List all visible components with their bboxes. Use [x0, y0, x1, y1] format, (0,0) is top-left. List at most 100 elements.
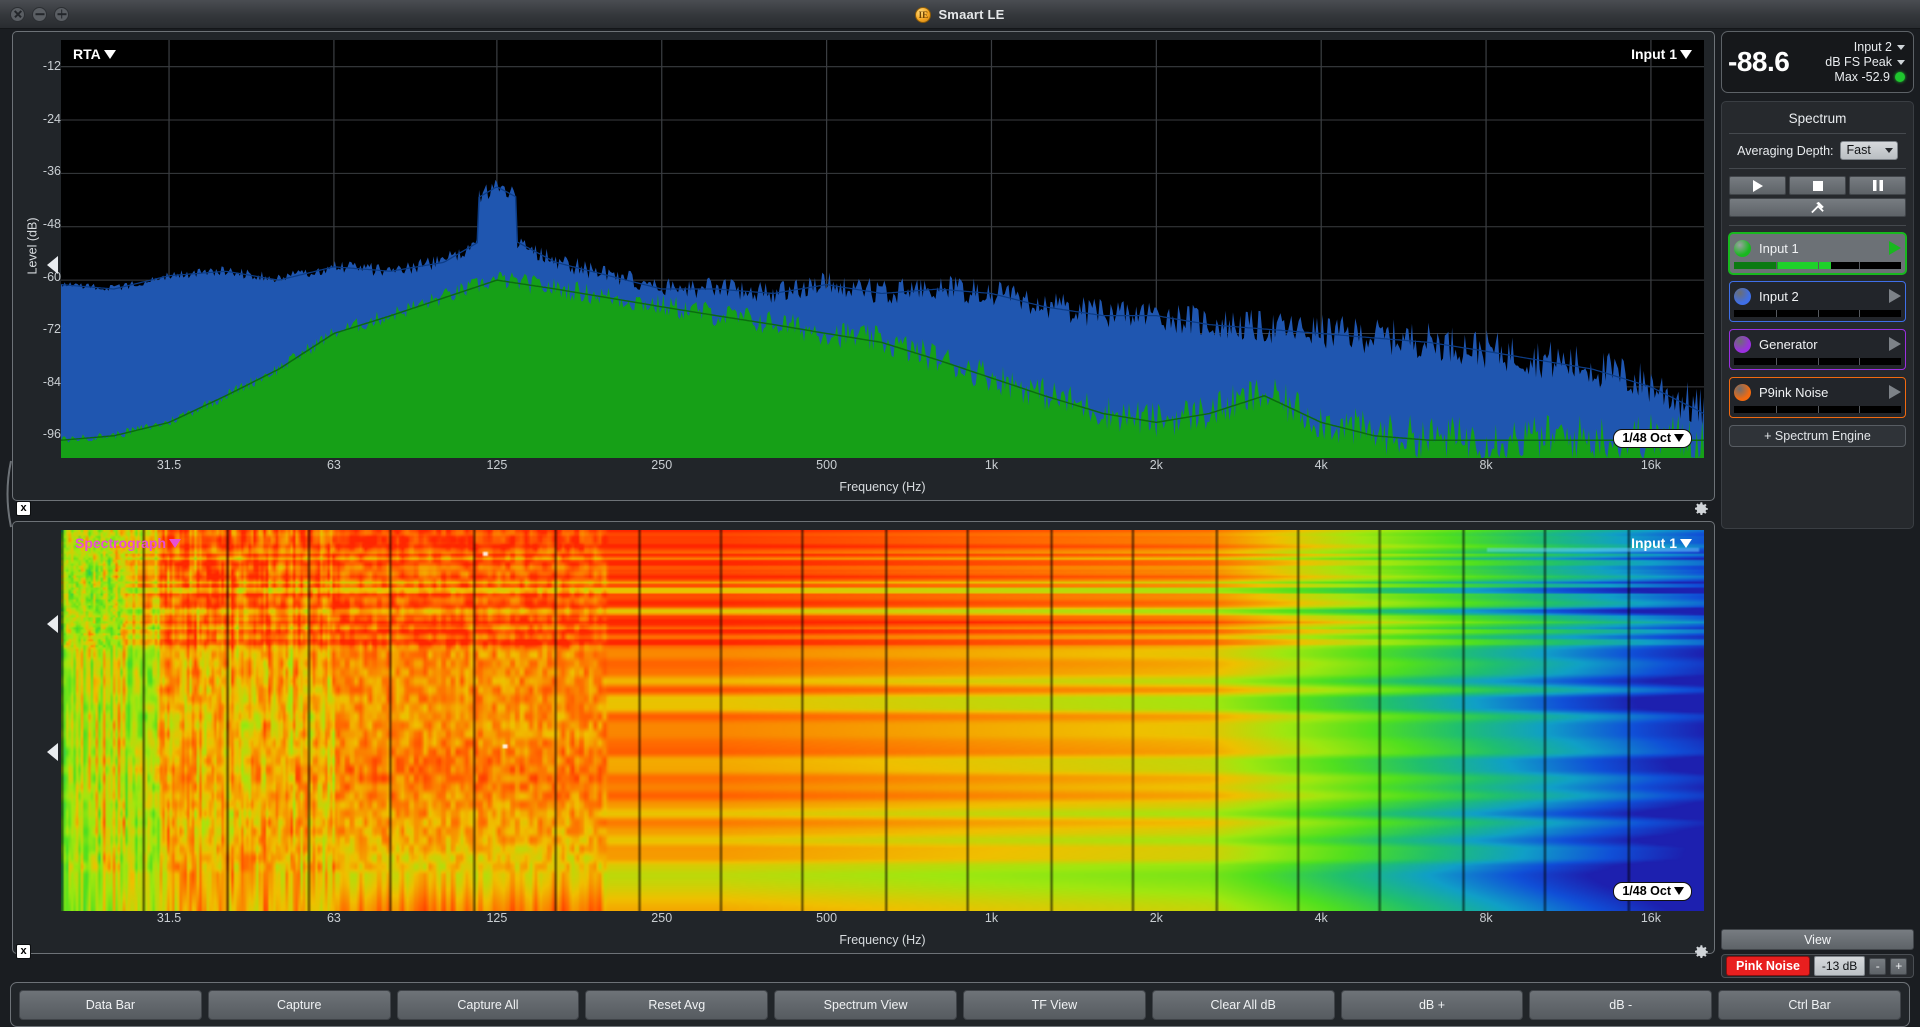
x-tick-label: 8k: [1479, 458, 1493, 472]
engine-play-icon[interactable]: [1889, 337, 1901, 351]
toolbar-button-clear-all-db[interactable]: Clear All dB: [1151, 989, 1335, 1020]
x-tick-label: 125: [486, 458, 508, 472]
rta-level-drag-arrow[interactable]: [47, 256, 58, 274]
spectrograph-graph-area[interactable]: Spectrograph Input 1 1/48 Oct: [61, 530, 1704, 911]
spectrum-engine-card: Spectrum Averaging Depth: Fast Input 1 I…: [1721, 101, 1914, 529]
x-tick-label: 4k: [1314, 911, 1328, 925]
toolbar-button-spectrum-view[interactable]: Spectrum View: [774, 989, 957, 1020]
pause-icon: [1872, 180, 1883, 191]
rta-gear-icon[interactable]: [1692, 500, 1710, 518]
spectrograph-gear-icon[interactable]: [1692, 943, 1710, 961]
averaging-depth-select[interactable]: Fast: [1839, 141, 1898, 160]
rta-graph-area[interactable]: RTA Input 1 1/48 Oct: [61, 40, 1704, 458]
generator-gain-increment[interactable]: +: [1890, 957, 1908, 975]
engine-play-icon[interactable]: [1889, 241, 1901, 255]
level-meter-value: -88.6: [1728, 46, 1790, 77]
main-stage: Level (dB) -12 -24 -36 -48 -60 -72 -84 -96 RTA …: [0, 29, 1920, 1027]
right-sidebar: -88.6 Input 2 dB FS Peak Max -52.9 Spect…: [1721, 31, 1914, 954]
engine-item-input-2[interactable]: Input 2: [1729, 281, 1906, 322]
engine-play-icon[interactable]: [1889, 289, 1901, 303]
engine-play-icon[interactable]: [1889, 385, 1901, 399]
x-tick-label: 1k: [984, 458, 999, 472]
x-tick-label: 63: [326, 911, 341, 925]
toolbar-button-capture-all[interactable]: Capture All: [396, 989, 580, 1020]
app-title: Smaart LE: [938, 7, 1005, 22]
stop-button[interactable]: [1789, 176, 1846, 195]
spectrograph-x-axis-title: Frequency (Hz): [839, 933, 926, 947]
toolbar-button-reset-avg[interactable]: Reset Avg: [585, 989, 769, 1020]
spectrograph-drag-arrow-lower[interactable]: [47, 743, 58, 761]
view-button[interactable]: View: [1721, 929, 1914, 950]
title-center-group: IE Smaart LE: [0, 0, 1920, 29]
spectrograph-x-ticks: 31.5 63 125 250 500 1k 2k 4k 8k 16k: [61, 911, 1704, 927]
y-tick-label: -96: [42, 427, 61, 442]
engine-item-generator[interactable]: Generator: [1729, 329, 1906, 370]
x-tick-label: 16k: [1640, 911, 1661, 925]
engine-list: Input 1 Input 2 Generator P9ink Noise: [1729, 233, 1906, 418]
rta-resolution-menu[interactable]: 1/48 Oct: [1613, 429, 1692, 448]
title-bar: IE Smaart LE: [0, 0, 1920, 29]
toolbar-button-ctrl-bar[interactable]: Ctrl Bar: [1718, 989, 1901, 1020]
engine-level-meter: [1734, 406, 1901, 413]
engine-level-meter: [1734, 310, 1901, 317]
y-tick-label: -84: [42, 374, 61, 389]
x-tick-label: 1k: [984, 911, 999, 925]
play-button[interactable]: [1729, 176, 1786, 195]
maximize-icon[interactable]: [54, 6, 69, 22]
y-tick-label: -12: [42, 59, 61, 74]
rta-title-menu[interactable]: RTA: [73, 46, 116, 62]
close-icon[interactable]: [10, 6, 25, 22]
transport-controls: [1729, 176, 1906, 195]
rta-x-ticks: 31.5 63 125 250 500 1k 2k 4k 8k 16k: [61, 458, 1704, 474]
meter-input-selector[interactable]: Input 2: [1854, 40, 1905, 54]
toolbar-button-tf-view[interactable]: TF View: [962, 989, 1146, 1020]
engine-color-dot: [1734, 287, 1751, 305]
engine-level-meter: [1734, 262, 1901, 269]
spectrum-panel-title: Spectrum: [1788, 111, 1847, 126]
spectrograph-title-menu[interactable]: Spectrograph: [75, 535, 182, 551]
engine-item-p9ink-noise[interactable]: P9ink Noise: [1729, 377, 1906, 418]
engine-color-dot: [1734, 335, 1751, 353]
y-tick-label: -36: [42, 164, 61, 179]
spectrograph-panel: Spectrograph Input 1 1/48 Oct 31.5 63 125 2…: [12, 521, 1715, 954]
y-tick-label: -72: [42, 322, 61, 337]
spectrograph-drag-arrow-upper[interactable]: [47, 615, 58, 633]
tools-button[interactable]: [1729, 198, 1906, 217]
divider: [1729, 133, 1906, 134]
spectrograph-close-button[interactable]: x: [16, 944, 31, 959]
averaging-depth-row: Averaging Depth: Fast: [1729, 141, 1906, 168]
x-tick-label: 31.5: [156, 458, 182, 472]
engine-name: Generator: [1759, 336, 1818, 352]
peak-led-icon: [1895, 72, 1905, 82]
pink-noise-button[interactable]: Pink Noise: [1726, 956, 1810, 976]
spectrograph-resolution-menu[interactable]: 1/48 Oct: [1613, 882, 1692, 901]
toolbar-button-db[interactable]: dB -: [1529, 989, 1713, 1020]
engine-color-dot: [1734, 383, 1751, 401]
x-tick-label: 125: [486, 911, 508, 925]
engine-color-dot: [1734, 239, 1751, 257]
level-meter-card: -88.6 Input 2 dB FS Peak Max -52.9: [1721, 31, 1914, 93]
generator-gain-value[interactable]: -13 dB: [1813, 956, 1866, 976]
engine-item-input-1[interactable]: Input 1: [1729, 233, 1906, 274]
pause-button[interactable]: [1849, 176, 1906, 195]
x-tick-label: 2k: [1149, 458, 1163, 472]
rta-close-button[interactable]: x: [16, 501, 31, 516]
minimize-icon[interactable]: [32, 6, 47, 22]
x-tick-label: 4k: [1314, 458, 1328, 472]
tools-icon: [1811, 201, 1824, 214]
x-tick-label: 500: [816, 458, 838, 472]
x-tick-label: 16k: [1640, 458, 1661, 472]
meter-unit-selector[interactable]: dB FS Peak: [1825, 55, 1905, 69]
x-tick-label: 2k: [1149, 911, 1163, 925]
x-tick-label: 63: [326, 458, 341, 472]
toolbar-button-db[interactable]: dB +: [1340, 989, 1524, 1020]
play-icon: [1752, 179, 1763, 192]
toolbar-button-capture[interactable]: Capture: [207, 989, 391, 1020]
bottom-toolbar: Data Bar Capture Capture All Reset Avg Spect…: [10, 982, 1910, 1027]
toolbar-button-data-bar[interactable]: Data Bar: [19, 989, 202, 1020]
add-spectrum-engine-button[interactable]: + Spectrum Engine: [1729, 425, 1906, 447]
generator-gain-decrement[interactable]: -: [1869, 957, 1887, 975]
averaging-depth-label: Averaging Depth:: [1737, 143, 1834, 158]
rta-source-menu[interactable]: Input 1: [1631, 46, 1692, 62]
spectrograph-source-menu[interactable]: Input 1: [1631, 535, 1692, 551]
